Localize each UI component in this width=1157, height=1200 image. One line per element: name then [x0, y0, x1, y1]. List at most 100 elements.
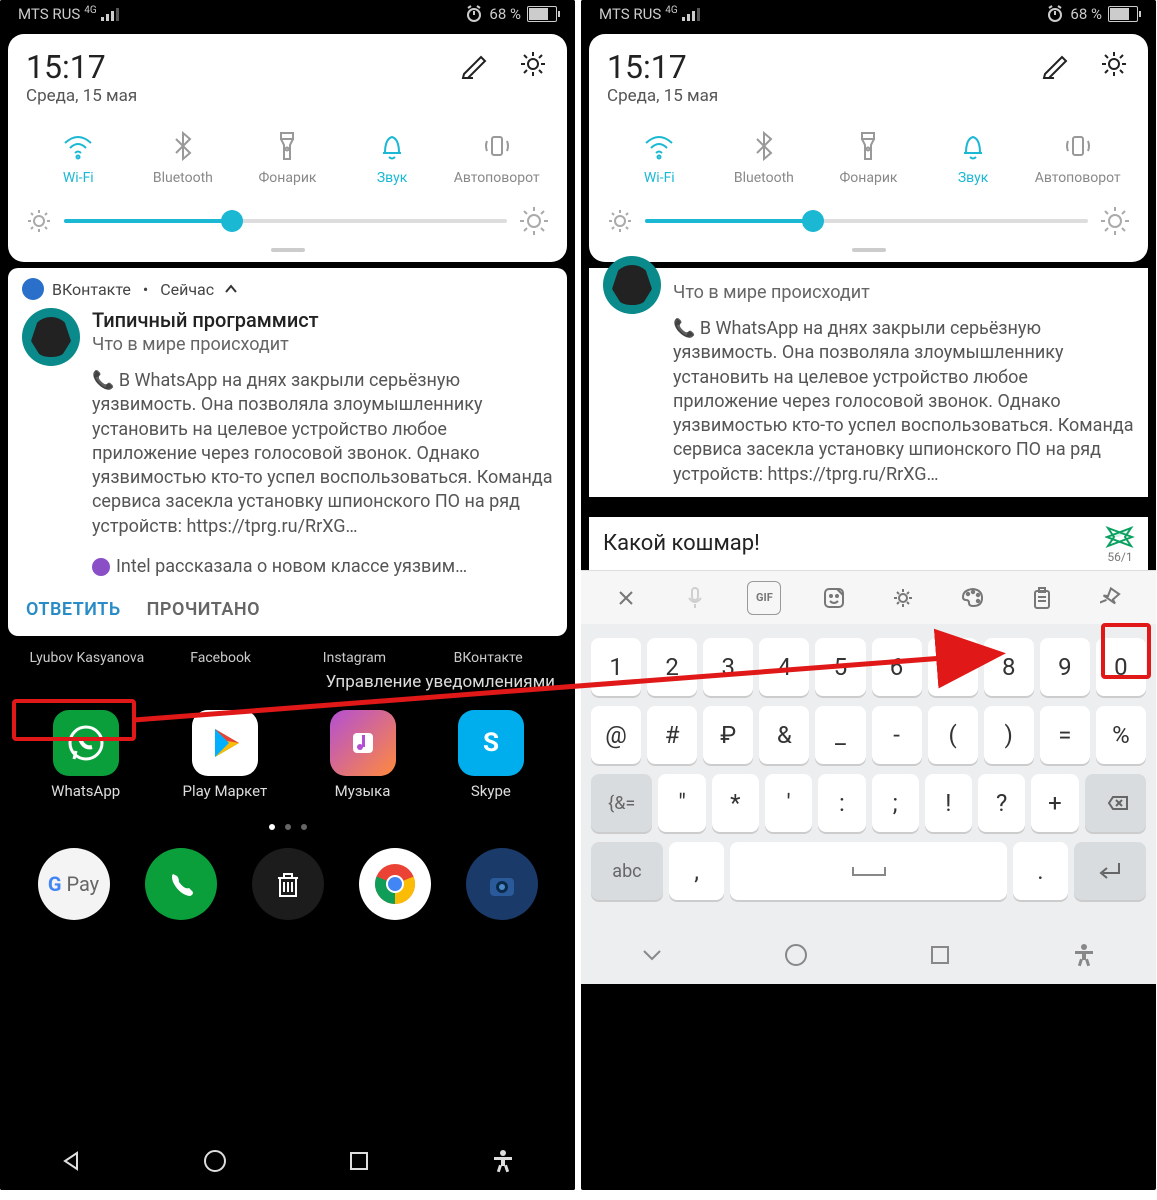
status-bar: MTS RUS 4G 68 %: [0, 0, 575, 28]
chevron-up-icon[interactable]: [222, 280, 240, 298]
dock-gpay[interactable]: G Pay: [38, 848, 110, 920]
key-comma[interactable]: ,: [669, 842, 724, 900]
annotation-arrow: [130, 608, 1010, 728]
recent-icon[interactable]: [928, 943, 952, 967]
carrier-label: MTS RUS: [599, 5, 661, 23]
qs-sound[interactable]: Звук: [921, 128, 1026, 186]
brightness-high-icon: [1100, 206, 1130, 236]
qs-bluetooth[interactable]: Bluetooth: [712, 128, 817, 186]
qs-autorotate[interactable]: Автоповорот: [444, 128, 549, 186]
char-counter: 56/1: [1107, 550, 1132, 564]
key-'[interactable]: ': [765, 774, 812, 832]
home-icon[interactable]: [783, 942, 809, 968]
settings-icon[interactable]: [517, 48, 549, 80]
wifi-icon: [641, 128, 677, 164]
back-keyboard-icon[interactable]: [640, 943, 664, 967]
avatar: [22, 308, 80, 366]
dock-chrome[interactable]: [359, 848, 431, 920]
key-=[interactable]: =: [1040, 706, 1090, 764]
key-enter[interactable]: [1074, 842, 1146, 900]
quick-settings-panel[interactable]: 15:17 Среда, 15 мая Wi-Fi Bluetooth: [8, 34, 567, 262]
dock-camera[interactable]: [466, 848, 538, 920]
bell-icon: [374, 128, 410, 164]
accessibility-icon[interactable]: [490, 1148, 516, 1174]
qs-flashlight[interactable]: Фонарик: [816, 128, 921, 186]
send-button[interactable]: 56/1: [1098, 522, 1142, 566]
qs-wifi[interactable]: Wi-Fi: [26, 128, 131, 186]
quick-settings-panel[interactable]: 15:17 Среда, 15 мая Wi-Fi Bluetooth Фона…: [589, 34, 1148, 262]
qs-sound-label: Звук: [377, 170, 407, 186]
key-%[interactable]: %: [1096, 706, 1146, 764]
nav-bar: [581, 926, 1156, 984]
key-0[interactable]: 0: [1096, 638, 1146, 696]
alarm-icon: [1046, 5, 1064, 23]
qs-time: 15:17: [607, 48, 718, 86]
qs-autorotate[interactable]: Автоповорот: [1025, 128, 1130, 186]
app-whatsapp[interactable]: WhatsApp: [51, 710, 120, 800]
key-backspace[interactable]: [1085, 774, 1146, 832]
settings-icon[interactable]: [1098, 48, 1130, 80]
devil-emoji-icon: [92, 558, 110, 576]
carrier-label: MTS RUS: [18, 5, 80, 23]
flashlight-icon: [269, 128, 305, 164]
notif-subtitle: Что в мире происходит: [92, 334, 553, 355]
key-;[interactable]: ;: [872, 774, 919, 832]
key-*[interactable]: *: [712, 774, 759, 832]
qs-bt-label: Bluetooth: [153, 170, 213, 186]
qs-bluetooth[interactable]: Bluetooth: [131, 128, 236, 186]
home-icon[interactable]: [202, 1148, 228, 1174]
signal-icon: [682, 8, 700, 21]
key-abc[interactable]: abc: [591, 842, 663, 900]
back-icon[interactable]: [59, 1149, 83, 1173]
key-9[interactable]: 9: [1040, 638, 1090, 696]
kb-pin-icon[interactable]: [1094, 581, 1128, 615]
kb-row-3: {&="*':;!?+: [591, 774, 1146, 832]
dock-phone[interactable]: [145, 848, 217, 920]
rotate-icon: [1060, 128, 1096, 164]
panel-handle[interactable]: [852, 248, 886, 252]
key-?[interactable]: ?: [978, 774, 1025, 832]
panel-handle[interactable]: [271, 248, 305, 252]
qs-sound[interactable]: Звук: [340, 128, 445, 186]
recent-icon[interactable]: [347, 1149, 371, 1173]
nav-bar: [0, 1132, 575, 1190]
notif-body-text: 📞 В WhatsApp на днях закрыли серьёзную у…: [92, 369, 553, 539]
slider-track[interactable]: [64, 219, 507, 223]
notification-card-expanded[interactable]: Что в мире происходит 📞 В WhatsApp на дн…: [589, 268, 1148, 497]
brightness-slider[interactable]: [26, 206, 549, 236]
key-:[interactable]: :: [818, 774, 865, 832]
bluetooth-icon: [165, 128, 201, 164]
brightness-low-icon: [607, 208, 633, 234]
key-+[interactable]: +: [1031, 774, 1078, 832]
accessibility-icon[interactable]: [1071, 942, 1097, 968]
notification-card[interactable]: ВКонтакте • Сейчас Типичный программист …: [8, 268, 567, 636]
qs-flashlight[interactable]: Фонарик: [235, 128, 340, 186]
signal-icon: [101, 8, 119, 21]
notif-app: ВКонтакте: [52, 280, 131, 299]
slider-knob[interactable]: [802, 210, 824, 232]
kb-row-4: abc , .: [591, 842, 1146, 900]
kb-clipboard-icon[interactable]: [1025, 581, 1059, 615]
notif-title: Типичный программист: [92, 308, 553, 332]
notif-line2: Intel рассказала о новом классе уязвим…: [116, 555, 467, 579]
edit-icon[interactable]: [459, 49, 489, 79]
brightness-slider[interactable]: [607, 206, 1130, 236]
brightness-low-icon: [26, 208, 52, 234]
alarm-icon: [465, 5, 483, 23]
slider-knob[interactable]: [221, 210, 243, 232]
battery-pct: 68 %: [489, 5, 521, 23]
edit-icon[interactable]: [1040, 49, 1070, 79]
bluetooth-icon: [746, 128, 782, 164]
brightness-high-icon: [519, 206, 549, 236]
key-dot[interactable]: .: [1013, 842, 1068, 900]
dock-trash[interactable]: [252, 848, 324, 920]
key-"[interactable]: ": [658, 774, 705, 832]
key-symbols[interactable]: {&=: [591, 774, 652, 832]
notif-body-text: 📞 В WhatsApp на днях закрыли серьёзную у…: [673, 317, 1134, 487]
key-![interactable]: !: [925, 774, 972, 832]
right-phone: MTS RUS 4G 68 % 15:17 Среда, 15 мая: [581, 0, 1156, 1190]
reply-button[interactable]: ОТВЕТИТЬ: [26, 599, 121, 620]
qs-wifi[interactable]: Wi-Fi: [607, 128, 712, 186]
key-space[interactable]: [730, 842, 1007, 900]
reply-input[interactable]: Какой кошмар!: [595, 521, 1090, 566]
